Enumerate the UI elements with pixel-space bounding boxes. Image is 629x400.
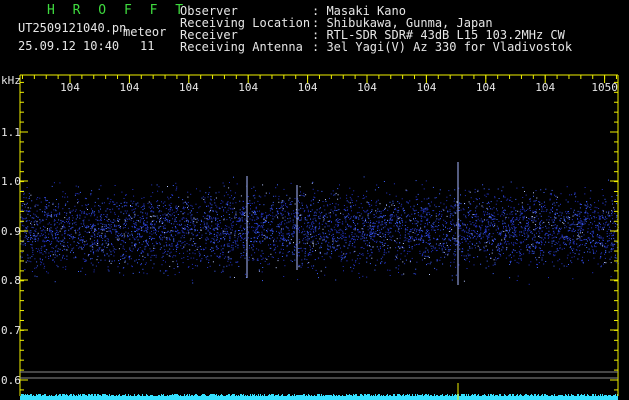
y-tick-label: 0.9 xyxy=(1,225,21,238)
x-tick-label: 104 xyxy=(298,81,318,94)
x-tick-label: 104 xyxy=(238,81,258,94)
x-tick-label: 104 xyxy=(179,81,199,94)
x-tick-label: 104 xyxy=(476,81,496,94)
x-tick-label: 104 xyxy=(60,81,80,94)
spectrogram: kHz 1.1 1.0 0.9 0.8 0.7 0.6 104 104 104 104 104 104 1… xyxy=(1,74,619,400)
y-tick-label: 1.0 xyxy=(1,175,21,188)
x-tick-label: 104 xyxy=(357,81,377,94)
y-tick-label: 0.7 xyxy=(1,324,21,337)
x-tick-label: 104 xyxy=(119,81,139,94)
x-tick-label: 104 xyxy=(416,81,436,94)
noise-band xyxy=(20,176,619,285)
noise-layer xyxy=(20,162,619,400)
x-tick-label: 1050 xyxy=(591,81,618,94)
y-unit-label: kHz xyxy=(1,74,21,87)
y-tick-label: 0.8 xyxy=(1,274,21,287)
y-tick-label: 0.6 xyxy=(1,374,21,387)
y-tick-label: 1.1 xyxy=(1,126,21,139)
bottom-level-bar xyxy=(20,394,618,400)
x-tick-label: 104 xyxy=(535,81,555,94)
